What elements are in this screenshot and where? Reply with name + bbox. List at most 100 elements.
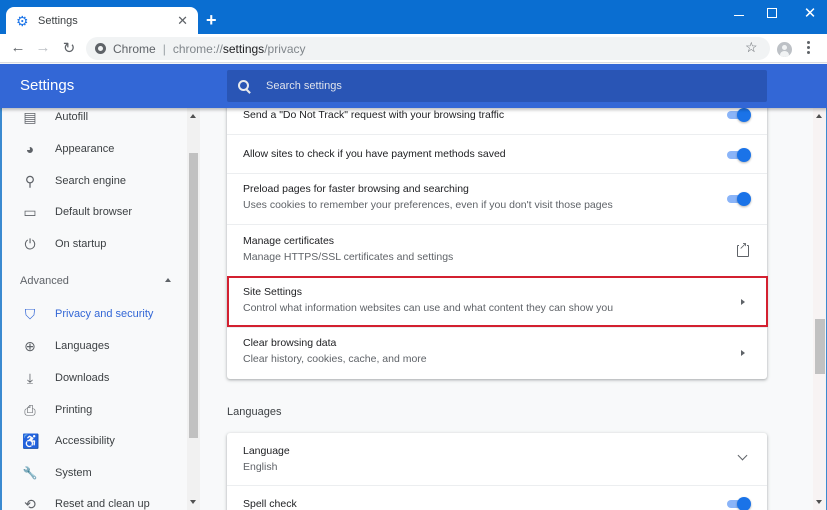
- sidebar-item-autofill[interactable]: ▤ Autofill: [2, 108, 186, 132]
- row-title: Spell check: [243, 498, 297, 510]
- sidebar-item-languages[interactable]: ⊕ Languages: [2, 331, 186, 361]
- wrench-icon: 🔧: [22, 466, 38, 480]
- row-subtitle: English: [243, 461, 277, 473]
- profile-avatar[interactable]: [777, 42, 792, 57]
- row-language[interactable]: Language English: [227, 433, 767, 485]
- close-window-button[interactable]: ✕: [795, 4, 825, 22]
- row-title: Preload pages for faster browsing and se…: [243, 183, 469, 195]
- privacy-card: Send a "Do Not Track" request with your …: [227, 108, 767, 379]
- sidebar-scrollbar-thumb[interactable]: [189, 153, 198, 438]
- download-icon: ⤓: [22, 370, 38, 387]
- preload-pages-toggle[interactable]: [725, 192, 751, 206]
- sidebar-item-label: Printing: [55, 404, 92, 416]
- minimize-icon: [734, 15, 744, 16]
- row-spell-check[interactable]: Spell check: [227, 485, 767, 510]
- sidebar-item-reset-and-clean-up[interactable]: ⟲ Reset and clean up: [2, 489, 186, 510]
- advanced-label: Advanced: [20, 275, 69, 287]
- row-payment-methods[interactable]: Allow sites to check if you have payment…: [227, 134, 767, 173]
- sidebar-item-label: Languages: [55, 340, 109, 352]
- sidebar-item-system[interactable]: 🔧 System: [2, 458, 186, 488]
- search-icon: [238, 80, 251, 93]
- browser-window-icon: ▭: [22, 204, 38, 221]
- payment-methods-toggle[interactable]: [725, 148, 751, 162]
- arrow-right-icon[interactable]: [741, 350, 745, 356]
- printer-icon: ⎙: [22, 402, 38, 419]
- main-scrollbar[interactable]: [813, 108, 827, 510]
- sidebar-item-default-browser[interactable]: ▭ Default browser: [2, 197, 186, 227]
- site-chip: Chrome: [113, 42, 156, 56]
- sidebar-item-downloads[interactable]: ⤓ Downloads: [2, 363, 186, 393]
- row-do-not-track[interactable]: Send a "Do Not Track" request with your …: [227, 108, 767, 134]
- arrow-right-icon[interactable]: [741, 299, 745, 305]
- sidebar-advanced-toggle[interactable]: Advanced: [20, 275, 180, 287]
- row-clear-browsing-data[interactable]: Clear browsing data Clear history, cooki…: [227, 327, 767, 379]
- chevron-down-icon[interactable]: [738, 451, 748, 461]
- reload-button[interactable]: ↻: [60, 39, 78, 57]
- row-subtitle: Control what information websites can us…: [243, 302, 613, 314]
- scroll-down-arrow-icon[interactable]: [816, 500, 822, 504]
- close-tab-icon[interactable]: ✕: [177, 13, 188, 29]
- search-icon: ⚲: [22, 173, 38, 190]
- row-preload-pages[interactable]: Preload pages for faster browsing and se…: [227, 173, 767, 224]
- maximize-icon: [767, 8, 777, 18]
- sidebar-item-on-startup[interactable]: ⏻ On startup: [2, 229, 186, 259]
- settings-header: Settings: [0, 64, 827, 108]
- sidebar-item-label: Autofill: [55, 111, 88, 123]
- tab-title: Settings: [38, 15, 177, 27]
- languages-section-title: Languages: [227, 406, 281, 418]
- sidebar-item-search-engine[interactable]: ⚲ Search engine: [2, 166, 186, 196]
- row-title: Allow sites to check if you have payment…: [243, 148, 506, 160]
- bookmark-star-icon[interactable]: ☆: [745, 39, 758, 56]
- do-not-track-toggle[interactable]: [725, 108, 751, 122]
- scroll-down-arrow-icon[interactable]: [190, 500, 196, 504]
- browser-titlebar: ⚙ Settings ✕ + ✕: [0, 0, 827, 34]
- sidebar-item-printing[interactable]: ⎙ Printing: [2, 395, 186, 425]
- main-content: Send a "Do Not Track" request with your …: [200, 108, 813, 510]
- scroll-up-arrow-icon[interactable]: [816, 114, 822, 118]
- sidebar-item-label: System: [55, 467, 92, 479]
- sidebar-item-label: Reset and clean up: [55, 498, 150, 510]
- omnibox-separator: |: [163, 42, 166, 56]
- row-manage-certificates[interactable]: Manage certificates Manage HTTPS/SSL cer…: [227, 224, 767, 276]
- maximize-button[interactable]: [757, 4, 787, 21]
- back-button[interactable]: ←: [9, 39, 27, 56]
- sidebar-scrollbar[interactable]: [187, 108, 200, 510]
- sidebar-item-label: Default browser: [55, 206, 132, 218]
- shield-icon: ⛉: [22, 306, 38, 323]
- gear-icon: ⚙: [16, 14, 30, 28]
- sidebar-item-label: Privacy and security: [55, 308, 153, 320]
- languages-card: Language English Spell check: [227, 433, 767, 510]
- new-tab-button[interactable]: +: [206, 10, 217, 30]
- sidebar-item-privacy-and-security[interactable]: ⛉ Privacy and security: [2, 299, 186, 329]
- row-title: Manage certificates: [243, 235, 334, 247]
- caret-up-icon: [165, 278, 171, 282]
- address-bar[interactable]: Chrome | chrome://settings/privacy: [86, 37, 770, 60]
- url-host: settings: [223, 42, 264, 56]
- scroll-up-arrow-icon[interactable]: [190, 114, 196, 118]
- sidebar-item-label: On startup: [55, 238, 106, 250]
- minimize-button[interactable]: [724, 4, 754, 19]
- search-settings-box[interactable]: [227, 70, 767, 102]
- sidebar: ▤ Autofill ◕ Appearance ⚲ Search engine …: [0, 108, 200, 510]
- browser-toolbar: ← → ↻ Chrome | chrome://settings/privacy…: [0, 34, 827, 63]
- main-scrollbar-thumb[interactable]: [815, 319, 825, 374]
- external-link-icon[interactable]: [737, 245, 749, 257]
- page-title: Settings: [20, 77, 74, 94]
- tab-settings[interactable]: ⚙ Settings ✕: [6, 7, 198, 34]
- accessibility-icon: ♿: [22, 433, 38, 450]
- clipboard-icon: ▤: [22, 109, 38, 126]
- spell-check-toggle[interactable]: [725, 497, 751, 510]
- sidebar-item-label: Appearance: [55, 143, 114, 155]
- row-title: Send a "Do Not Track" request with your …: [243, 109, 504, 121]
- row-site-settings[interactable]: Site Settings Control what information w…: [227, 276, 767, 327]
- forward-button[interactable]: →: [34, 39, 52, 56]
- search-input[interactable]: [266, 80, 746, 92]
- row-title: Language: [243, 445, 290, 457]
- power-icon: ⏻: [22, 236, 38, 253]
- sidebar-item-label: Search engine: [55, 175, 126, 187]
- sidebar-item-appearance[interactable]: ◕ Appearance: [2, 134, 186, 164]
- row-subtitle: Clear history, cookies, cache, and more: [243, 353, 427, 365]
- url-scheme: chrome://: [173, 42, 223, 56]
- sidebar-item-accessibility[interactable]: ♿ Accessibility: [2, 426, 186, 456]
- menu-kebab-icon[interactable]: [805, 41, 811, 56]
